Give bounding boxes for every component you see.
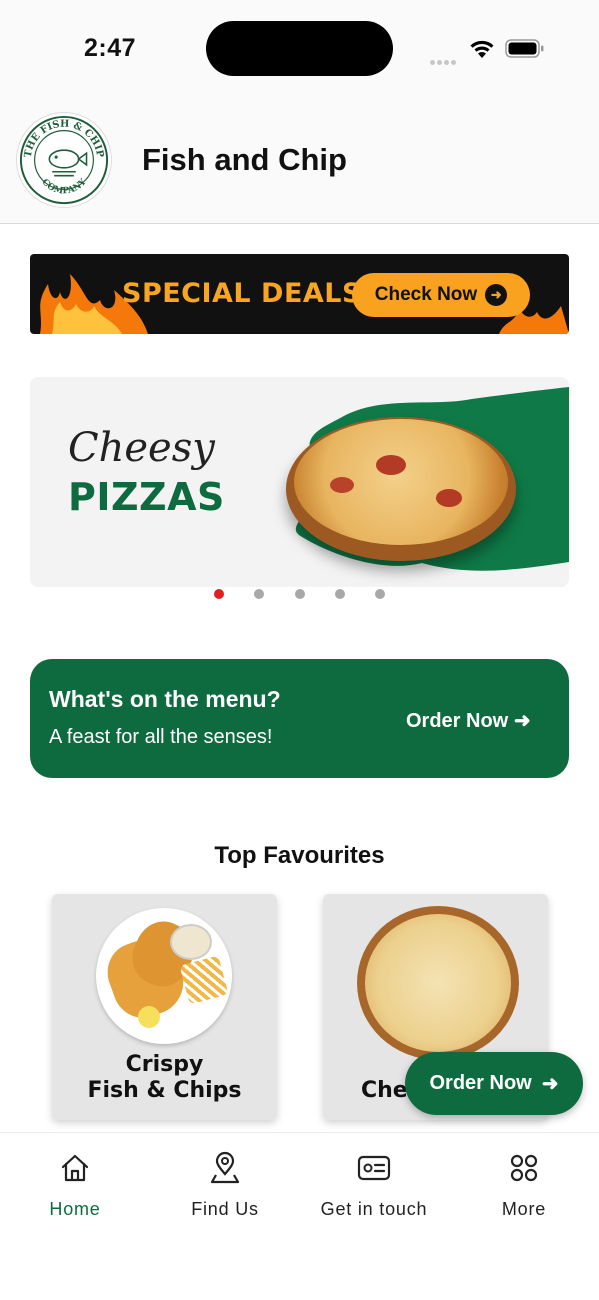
company-logo[interactable]: THE FISH & CHIP COMPANY <box>16 112 112 208</box>
carousel-pagination <box>0 589 599 601</box>
tab-find-us-label: Find Us <box>191 1199 259 1219</box>
slide-script-text: Cheesy <box>68 425 215 471</box>
special-deals-banner[interactable]: SPECIAL DEALS Check Now ➜ <box>30 254 569 334</box>
menu-card-subtitle: A feast for all the senses! <box>49 726 273 748</box>
home-icon <box>61 1154 89 1182</box>
menu-promo-card[interactable]: What's on the menu? A feast for all the … <box>30 659 569 778</box>
tab-home[interactable]: Home <box>0 1151 150 1220</box>
favourite-card-fish-chips[interactable]: Crispy Fish & Chips <box>52 894 277 1120</box>
battery-icon <box>505 39 544 58</box>
favourite-name-line1: Crispy <box>125 1052 204 1077</box>
special-deals-title: SPECIAL DEALS <box>122 278 362 309</box>
pagination-dot[interactable] <box>295 589 305 599</box>
menu-order-now-label: Order Now <box>406 710 509 732</box>
tab-get-in-touch[interactable]: Get in touch <box>299 1151 449 1220</box>
status-time: 2:47 <box>84 34 137 62</box>
dynamic-island <box>206 21 393 76</box>
check-now-label: Check Now <box>374 284 478 305</box>
arrow-right-icon: ➜ <box>513 710 531 732</box>
page-title: Fish and Chip <box>142 142 347 177</box>
check-now-button[interactable]: Check Now ➜ <box>352 273 530 317</box>
pizza-pepperoni <box>376 455 406 475</box>
tab-more[interactable]: More <box>449 1151 599 1220</box>
grid-dots-icon <box>510 1154 538 1182</box>
status-bar: 2:47 <box>0 0 599 96</box>
cheese-pizza-topping <box>365 914 511 1052</box>
floating-order-now-button[interactable]: Order Now ➜ <box>405 1052 583 1115</box>
arrow-right-icon: ➜ <box>541 1073 559 1095</box>
favourite-name-line2: Fish & Chips <box>87 1078 242 1103</box>
floating-order-now-label: Order Now <box>429 1072 532 1094</box>
location-pin-icon <box>210 1151 240 1184</box>
wifi-icon <box>470 40 494 58</box>
favourite-name: Crispy Fish & Chips <box>52 1052 277 1104</box>
pizza-topping <box>294 419 508 545</box>
pagination-dot[interactable] <box>254 589 264 599</box>
menu-card-title: What's on the menu? <box>49 686 281 712</box>
promo-carousel[interactable]: Cheesy PIZZAS <box>30 377 569 587</box>
pagination-dot[interactable] <box>335 589 345 599</box>
tab-home-label: Home <box>49 1199 101 1219</box>
app-header: THE FISH & CHIP COMPANY Fish and Chip <box>0 96 599 224</box>
tab-more-label: More <box>501 1199 547 1219</box>
cellular-dots-icon <box>430 52 462 65</box>
top-favourites-title: Top Favourites <box>214 842 385 869</box>
pagination-dot[interactable] <box>375 589 385 599</box>
lemon-slice <box>138 1006 160 1028</box>
contact-card-icon <box>357 1155 391 1181</box>
arrow-right-circle-icon: ➜ <box>485 284 508 306</box>
bottom-tab-bar: Home Find Us Get in touch More <box>0 1132 599 1300</box>
pizza-pepperoni <box>330 477 354 493</box>
tab-find-us[interactable]: Find Us <box>150 1151 300 1220</box>
slide-title: PIZZAS <box>68 475 225 519</box>
pagination-dot-active[interactable] <box>214 589 224 599</box>
dip-bowl <box>170 924 212 960</box>
pizza-pepperoni <box>436 489 462 507</box>
tab-get-in-touch-label: Get in touch <box>320 1199 428 1219</box>
menu-order-now-link[interactable]: Order Now ➜ <box>406 708 531 733</box>
